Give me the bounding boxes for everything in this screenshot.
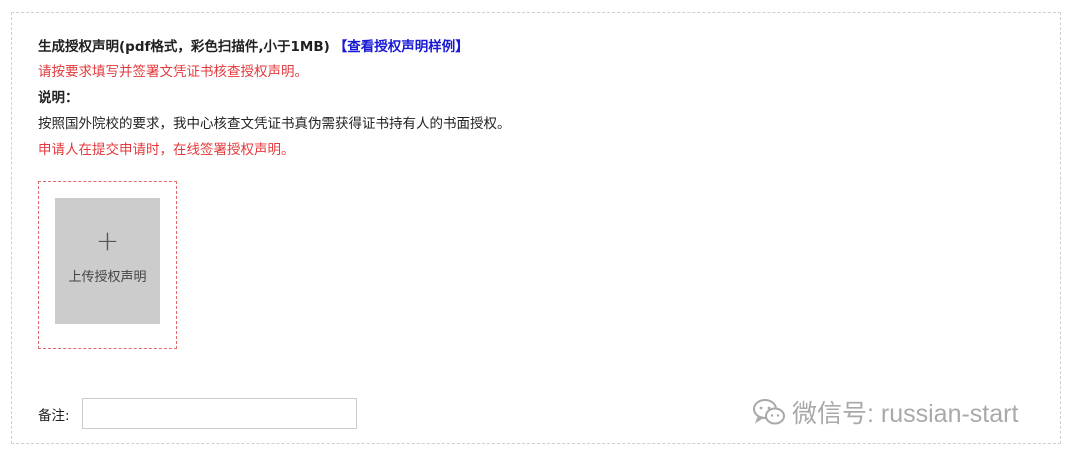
watermark-text: 微信号: russian-start	[792, 400, 1019, 428]
description-label: 说明：	[38, 90, 79, 106]
remark-input[interactable]	[82, 398, 357, 429]
heading-text: 生成授权声明(pdf格式，彩色扫描件,小于1MB)	[38, 39, 330, 55]
requirement-note: 请按要求填写并签署文凭证书核查授权声明。	[38, 64, 308, 80]
remark-label: 备注:	[38, 408, 70, 424]
applicant-note: 申请人在提交申请时，在线签署授权声明。	[38, 142, 295, 158]
form-heading: 生成授权声明(pdf格式，彩色扫描件,小于1MB) 【查看授权声明样例】	[38, 37, 469, 57]
view-sample-link[interactable]: 【查看授权声明样例】	[334, 39, 469, 55]
upload-authorization-button[interactable]: + 上传授权声明	[55, 198, 160, 324]
plus-icon: +	[95, 224, 120, 257]
description-text: 按照国外院校的要求，我中心核查文凭证书真伪需获得证书持有人的书面授权。	[38, 116, 511, 132]
upload-label: 上传授权声明	[68, 270, 147, 285]
wechat-icon	[753, 399, 785, 425]
watermark: 微信号: russian-start	[752, 394, 1018, 430]
